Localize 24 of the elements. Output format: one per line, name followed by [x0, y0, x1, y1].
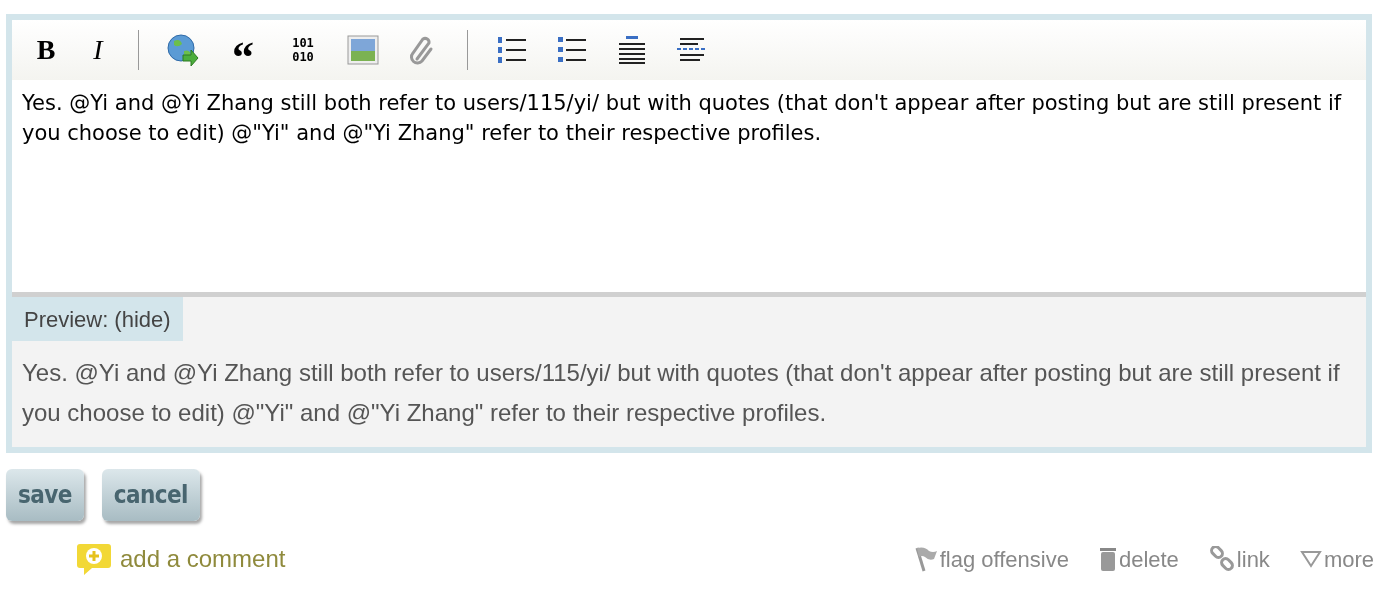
form-button[interactable]: save: [6, 469, 84, 521]
bold-button[interactable]: B: [22, 30, 70, 70]
code-button[interactable]: 101 010: [275, 30, 331, 70]
add-comment-link[interactable]: add a comment: [120, 541, 286, 577]
bulleted-list-icon[interactable]: [556, 35, 588, 65]
trash-icon: [1098, 546, 1117, 572]
numbered-list-icon[interactable]: [496, 35, 528, 65]
blockquote-button[interactable]: “: [215, 30, 271, 70]
hide-link[interactable]: (hide): [114, 302, 171, 336]
globe-arrow-icon[interactable]: [166, 33, 200, 67]
post-action-link[interactable]: delete: [1098, 542, 1179, 576]
post-action-link[interactable]: flag offensive: [913, 542, 1069, 576]
preview-label: Preview:: [24, 305, 109, 334]
chain-link-icon: [1208, 546, 1235, 572]
italic-button[interactable]: I: [74, 30, 122, 70]
heading-icon[interactable]: [617, 35, 647, 65]
form-button[interactable]: cancel: [101, 469, 200, 521]
post-action-link[interactable]: more: [1299, 542, 1374, 576]
text-input[interactable]: Yes. @Yi and @Yi Zhang still both refer to users/115/yi/ but with quotes (that don't appear after posting but are still present if you choose to edit) @"Yi" and @"Yi Zhang" refer to their respective profiles.: [12, 80, 1366, 297]
comment-plus-icon: [76, 541, 112, 577]
flag-icon: [913, 546, 938, 572]
triangle-down-icon: [1299, 550, 1322, 568]
preview-text: Yes. @Yi and @Yi Zhang still both refer to users/115/yi/ but with quotes (that don't appear after posting but are still present if you choose to edit) @"Yi" and @"Yi Zhang" refer to their respective profiles.: [21, 358, 1341, 428]
post-action-link[interactable]: link: [1208, 542, 1270, 576]
